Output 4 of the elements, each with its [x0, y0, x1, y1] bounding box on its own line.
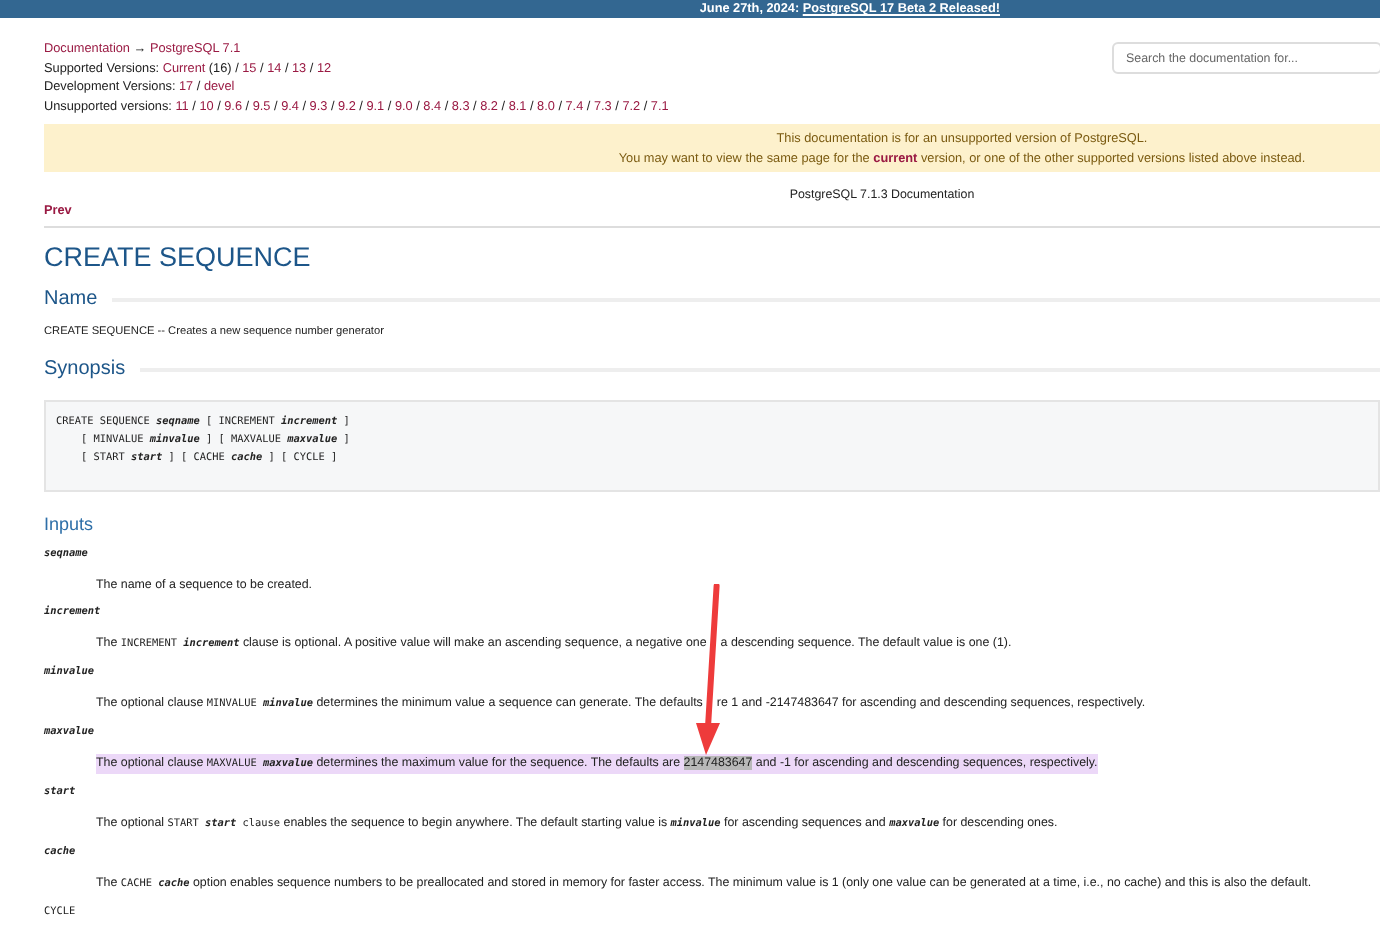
section-heading: Synopsis [44, 356, 126, 384]
subsection-heading: Inputs [44, 512, 96, 536]
page-title: CREATE SEQUENCE [44, 240, 313, 276]
section-heading: Name [44, 286, 98, 314]
